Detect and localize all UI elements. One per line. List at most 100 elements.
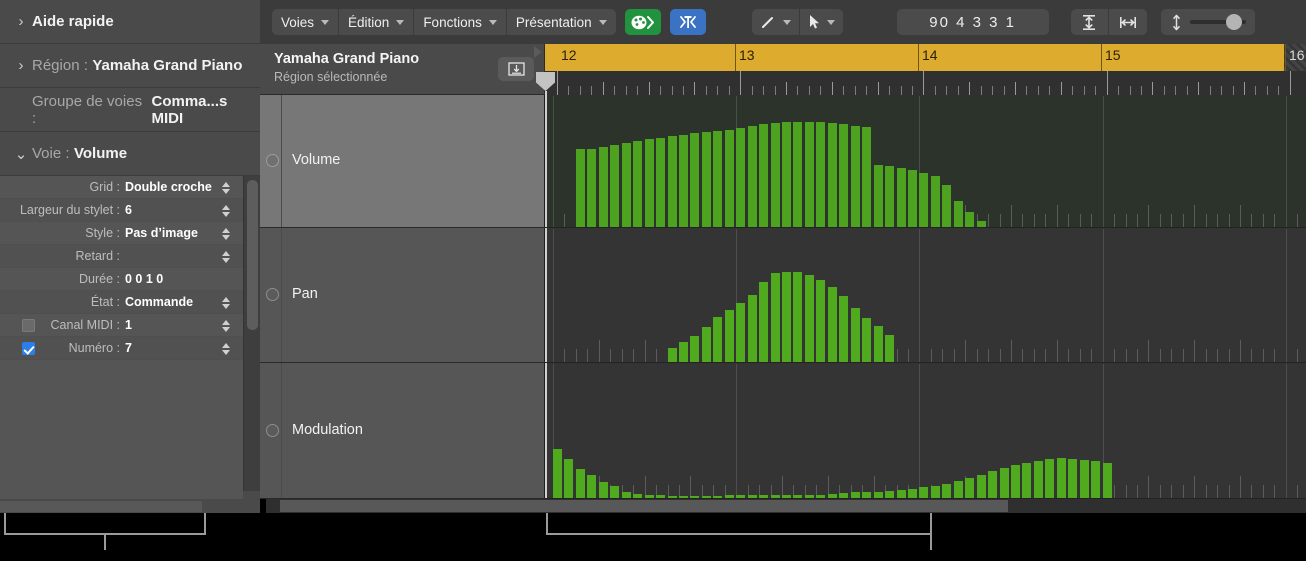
automation-event-bar[interactable]: [908, 170, 917, 227]
automation-event-bar[interactable]: [828, 494, 837, 498]
vertical-zoom-slider[interactable]: [1190, 20, 1246, 24]
chevron-down-icon[interactable]: ⌄: [10, 145, 32, 163]
automation-event-bar[interactable]: [725, 495, 734, 498]
flex-tool-button[interactable]: [670, 9, 706, 35]
automation-event-bar[interactable]: [1091, 461, 1100, 498]
param-stepper[interactable]: [220, 294, 231, 311]
automation-event-bar[interactable]: [564, 459, 573, 498]
automation-event-bar[interactable]: [885, 166, 894, 227]
inspector-row-voice-group[interactable]: Groupe de voies : Comma...s MIDI: [0, 88, 260, 132]
param-stepper[interactable]: [220, 340, 231, 357]
automation-event-bar[interactable]: [851, 308, 860, 362]
automation-event-bar[interactable]: [954, 201, 963, 227]
stepper-down-icon[interactable]: [222, 350, 230, 355]
stepper-up-icon[interactable]: [222, 297, 230, 302]
automation-event-bar[interactable]: [931, 486, 940, 498]
lane-volume[interactable]: [545, 95, 1306, 228]
automation-event-bar[interactable]: [1011, 465, 1020, 498]
automation-event-bar[interactable]: [668, 348, 677, 362]
automation-event-bar[interactable]: [622, 492, 631, 498]
stepper-down-icon[interactable]: [222, 304, 230, 309]
automation-event-bar[interactable]: [839, 296, 848, 362]
automation-event-bar[interactable]: [702, 327, 711, 362]
automation-event-bar[interactable]: [1080, 460, 1089, 498]
command-click-tool[interactable]: [800, 9, 843, 35]
inspector-vscrollbar[interactable]: [243, 176, 260, 491]
import-region-button[interactable]: [498, 57, 534, 81]
chevron-right-icon[interactable]: ›: [10, 13, 32, 30]
automation-event-bar[interactable]: [576, 469, 585, 498]
vertical-zoom-slider-knob[interactable]: [1226, 14, 1242, 30]
automation-event-bar[interactable]: [977, 475, 986, 498]
automation-event-bar[interactable]: [793, 272, 802, 362]
automation-event-bar[interactable]: [759, 282, 768, 362]
automation-event-bar[interactable]: [759, 495, 768, 498]
param-checkbox[interactable]: [22, 319, 35, 332]
automation-event-bar[interactable]: [656, 138, 665, 227]
lane-header-volume[interactable]: Volume: [260, 95, 545, 228]
automation-event-bar[interactable]: [713, 496, 722, 498]
automation-event-bar[interactable]: [679, 135, 688, 227]
automation-event-bar[interactable]: [713, 131, 722, 227]
automation-event-bar[interactable]: [771, 123, 780, 227]
automation-event-bar[interactable]: [1045, 459, 1054, 498]
automation-event-bar[interactable]: [599, 147, 608, 227]
automation-event-bar[interactable]: [874, 326, 883, 362]
automation-event-bar[interactable]: [885, 491, 894, 498]
automation-event-bar[interactable]: [748, 295, 757, 362]
automation-event-bar[interactable]: [1000, 468, 1009, 498]
automation-event-bar[interactable]: [668, 136, 677, 227]
automation-event-bar[interactable]: [828, 123, 837, 227]
automation-event-bar[interactable]: [805, 495, 814, 498]
param-stepper[interactable]: [220, 248, 231, 265]
param-row[interactable]: Numéro :7: [0, 337, 243, 360]
automation-event-bar[interactable]: [1103, 463, 1112, 498]
stepper-up-icon[interactable]: [222, 228, 230, 233]
automation-event-bar[interactable]: [816, 495, 825, 498]
param-row[interactable]: Largeur du stylet :6: [0, 199, 243, 222]
menu-voies[interactable]: Voies: [272, 9, 339, 35]
automation-event-bar[interactable]: [1068, 459, 1077, 498]
automation-event-bar[interactable]: [736, 128, 745, 227]
automation-event-bar[interactable]: [919, 487, 928, 498]
automation-event-bar[interactable]: [816, 280, 825, 362]
param-stepper[interactable]: [220, 317, 231, 334]
inspector-hscrollbar-thumb[interactable]: [0, 501, 202, 512]
automation-event-bar[interactable]: [610, 145, 619, 227]
automation-event-bar[interactable]: [919, 173, 928, 227]
automation-event-bar[interactable]: [690, 496, 699, 498]
automation-event-bar[interactable]: [897, 168, 906, 227]
inspector-vscrollbar-thumb[interactable]: [247, 180, 258, 330]
stepper-up-icon[interactable]: [222, 251, 230, 256]
lane-automation-toggle[interactable]: [266, 424, 279, 437]
automation-event-bar[interactable]: [633, 141, 642, 227]
automation-event-bar[interactable]: [1034, 461, 1043, 498]
param-row[interactable]: Grid :Double croche: [0, 176, 243, 199]
stepper-down-icon[interactable]: [222, 212, 230, 217]
automation-event-bar[interactable]: [897, 490, 906, 498]
automation-event-bar[interactable]: [702, 132, 711, 227]
param-checkbox[interactable]: [22, 342, 35, 355]
automation-event-bar[interactable]: [816, 122, 825, 227]
automation-event-bar[interactable]: [977, 221, 986, 227]
automation-event-bar[interactable]: [576, 149, 585, 227]
automation-event-bar[interactable]: [805, 275, 814, 362]
automation-event-bar[interactable]: [942, 185, 951, 227]
automation-event-bar[interactable]: [633, 494, 642, 498]
stepper-down-icon[interactable]: [222, 189, 230, 194]
left-click-tool[interactable]: [752, 9, 800, 35]
stepper-down-icon[interactable]: [222, 327, 230, 332]
automation-event-bar[interactable]: [587, 475, 596, 498]
lane-automation-toggle[interactable]: [266, 154, 279, 167]
automation-event-bar[interactable]: [759, 124, 768, 227]
automation-event-bar[interactable]: [862, 318, 871, 362]
automation-event-bar[interactable]: [725, 310, 734, 362]
zoom-horizontal-fit-button[interactable]: [1109, 9, 1147, 35]
automation-event-bar[interactable]: [965, 212, 974, 227]
automation-event-bar[interactable]: [713, 317, 722, 362]
automation-event-bar[interactable]: [828, 287, 837, 362]
automation-event-bar[interactable]: [736, 495, 745, 498]
timeline-ruler[interactable]: 12131415 16: [545, 44, 1306, 95]
automation-event-bar[interactable]: [954, 481, 963, 498]
automation-event-bar[interactable]: [748, 126, 757, 227]
